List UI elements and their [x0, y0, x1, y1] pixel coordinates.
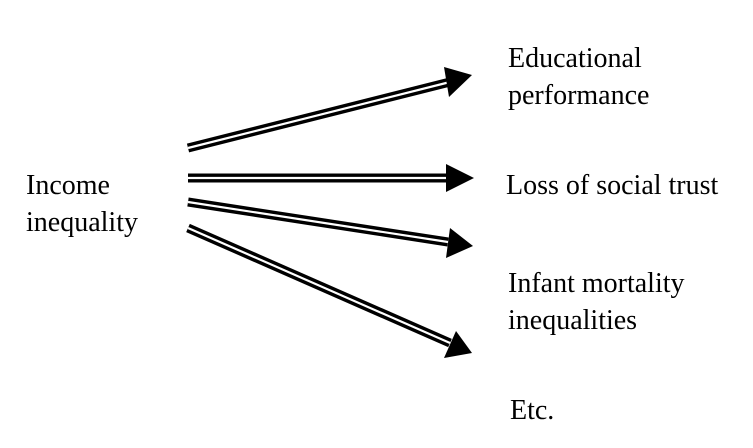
- arrows-layer: [186, 67, 474, 358]
- arrow-to-etc: [186, 223, 472, 358]
- arrow-to-loss-of-social-trust: [188, 164, 474, 192]
- diagram-canvas: Income inequality Educational performanc…: [0, 0, 753, 448]
- arrow-to-educational-performance: [186, 67, 472, 153]
